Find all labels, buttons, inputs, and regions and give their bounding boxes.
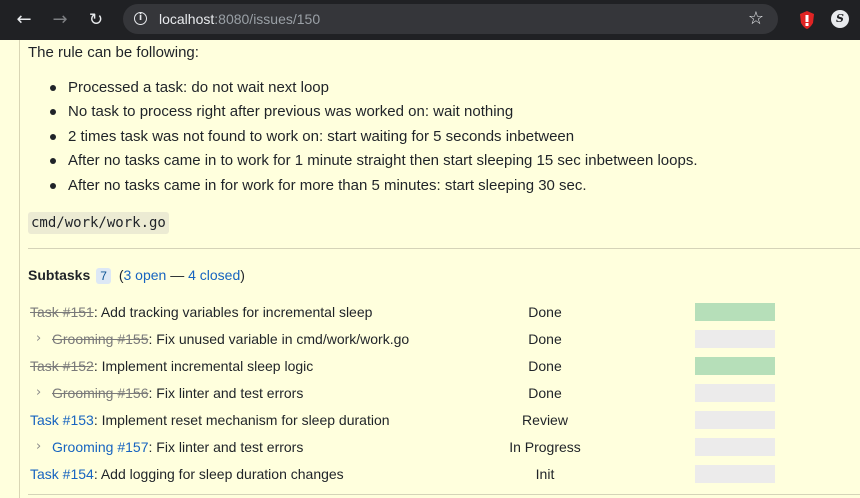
separator: — xyxy=(166,267,189,283)
subtask-status: Done xyxy=(528,358,562,374)
forward-arrow-icon[interactable]: → xyxy=(48,8,72,32)
subtask-status: Review xyxy=(522,412,568,428)
subtask-title: : Fix linter and test errors xyxy=(148,439,304,455)
back-arrow-icon[interactable]: ← xyxy=(12,8,36,32)
progress-bar xyxy=(695,303,775,321)
rule-item: Processed a task: do not wait next loop xyxy=(28,78,698,102)
subtask-link[interactable]: Task #152 xyxy=(30,358,94,374)
subtask-row: Task #151: Add tracking variables for in… xyxy=(28,302,858,329)
progress-bar xyxy=(695,438,775,456)
chevron-right-icon[interactable]: › xyxy=(36,383,41,403)
subtask-link[interactable]: Task #154 xyxy=(30,466,94,482)
subtasks-header: Subtasks 7 (3 open — 4 closed) xyxy=(28,265,245,285)
progress-bar xyxy=(695,357,775,375)
progress-fill xyxy=(695,303,775,321)
rule-intro-text: The rule can be following: xyxy=(28,44,199,61)
chevron-right-icon[interactable]: › xyxy=(36,437,41,457)
browser-toolbar: ← → ↻ i localhost:8080/issues/150 ☆ S xyxy=(0,0,860,40)
subtask-title: : Implement reset mechanism for sleep du… xyxy=(93,412,390,428)
progress-bar xyxy=(695,330,775,348)
rule-item: After no tasks came in to work for 1 min… xyxy=(28,151,698,175)
subtask-status: Done xyxy=(528,385,562,401)
subtask-row: Task #154: Add logging for sleep duratio… xyxy=(28,464,858,491)
subtask-status: In Progress xyxy=(509,439,581,455)
paren-close: ) xyxy=(240,267,245,283)
progress-bar xyxy=(695,384,775,402)
shield-extension-icon[interactable] xyxy=(798,10,816,30)
open-subtasks-link[interactable]: 3 open xyxy=(124,267,167,283)
subtask-row: › Grooming #157: Fix linter and test err… xyxy=(28,437,858,464)
rule-item: No task to process right after previous … xyxy=(28,102,698,126)
subtask-title: : Add logging for sleep duration changes xyxy=(93,466,344,482)
chevron-right-icon[interactable]: › xyxy=(36,329,41,349)
subtask-link[interactable]: Task #153 xyxy=(30,412,94,428)
progress-fill xyxy=(695,357,775,375)
closed-subtasks-link[interactable]: 4 closed xyxy=(188,267,240,283)
subtask-title: : Implement incremental sleep logic xyxy=(93,358,314,374)
section-divider xyxy=(28,248,860,249)
reload-icon[interactable]: ↻ xyxy=(84,8,108,32)
subtask-status: Init xyxy=(535,466,555,482)
subtask-link[interactable]: Task #151 xyxy=(30,304,94,320)
subtask-row: Task #152: Implement incremental sleep l… xyxy=(28,356,858,383)
url-text[interactable]: localhost:8080/issues/150 xyxy=(159,4,320,34)
rule-item: After no tasks came in for work for more… xyxy=(28,176,698,200)
subtask-title: : Add tracking variables for incremental… xyxy=(93,304,373,320)
subtask-title: : Fix linter and test errors xyxy=(148,385,304,401)
section-divider xyxy=(28,494,860,495)
issue-body: The rule can be following: Processed a t… xyxy=(19,40,860,498)
bookmark-star-icon[interactable]: ☆ xyxy=(748,8,764,30)
code-path: cmd/work/work.go xyxy=(28,212,169,234)
address-bar[interactable]: i localhost:8080/issues/150 ☆ xyxy=(123,4,778,34)
subtask-row: › Grooming #156: Fix linter and test err… xyxy=(28,383,858,410)
subtask-status: Done xyxy=(528,304,562,320)
subtask-row: › Grooming #155: Fix unused variable in … xyxy=(28,329,858,356)
subtask-link[interactable]: Grooming #155 xyxy=(52,331,149,347)
subtask-status: Done xyxy=(528,331,562,347)
info-icon[interactable]: i xyxy=(134,12,147,25)
subtasks-title: Subtasks xyxy=(28,267,91,283)
rule-item: 2 times task was not found to work on: s… xyxy=(28,127,698,151)
progress-bar xyxy=(695,411,775,429)
subtasks-count-badge: 7 xyxy=(96,268,111,284)
subtask-row: Task #153: Implement reset mechanism for… xyxy=(28,410,858,437)
subtask-link[interactable]: Grooming #156 xyxy=(52,385,149,401)
rule-list: Processed a task: do not wait next loop … xyxy=(28,78,698,200)
progress-bar xyxy=(695,465,775,483)
subtask-title: : Fix unused variable in cmd/work/work.g… xyxy=(148,331,410,347)
extension-icon[interactable]: S xyxy=(831,10,849,28)
subtask-link[interactable]: Grooming #157 xyxy=(52,439,149,455)
